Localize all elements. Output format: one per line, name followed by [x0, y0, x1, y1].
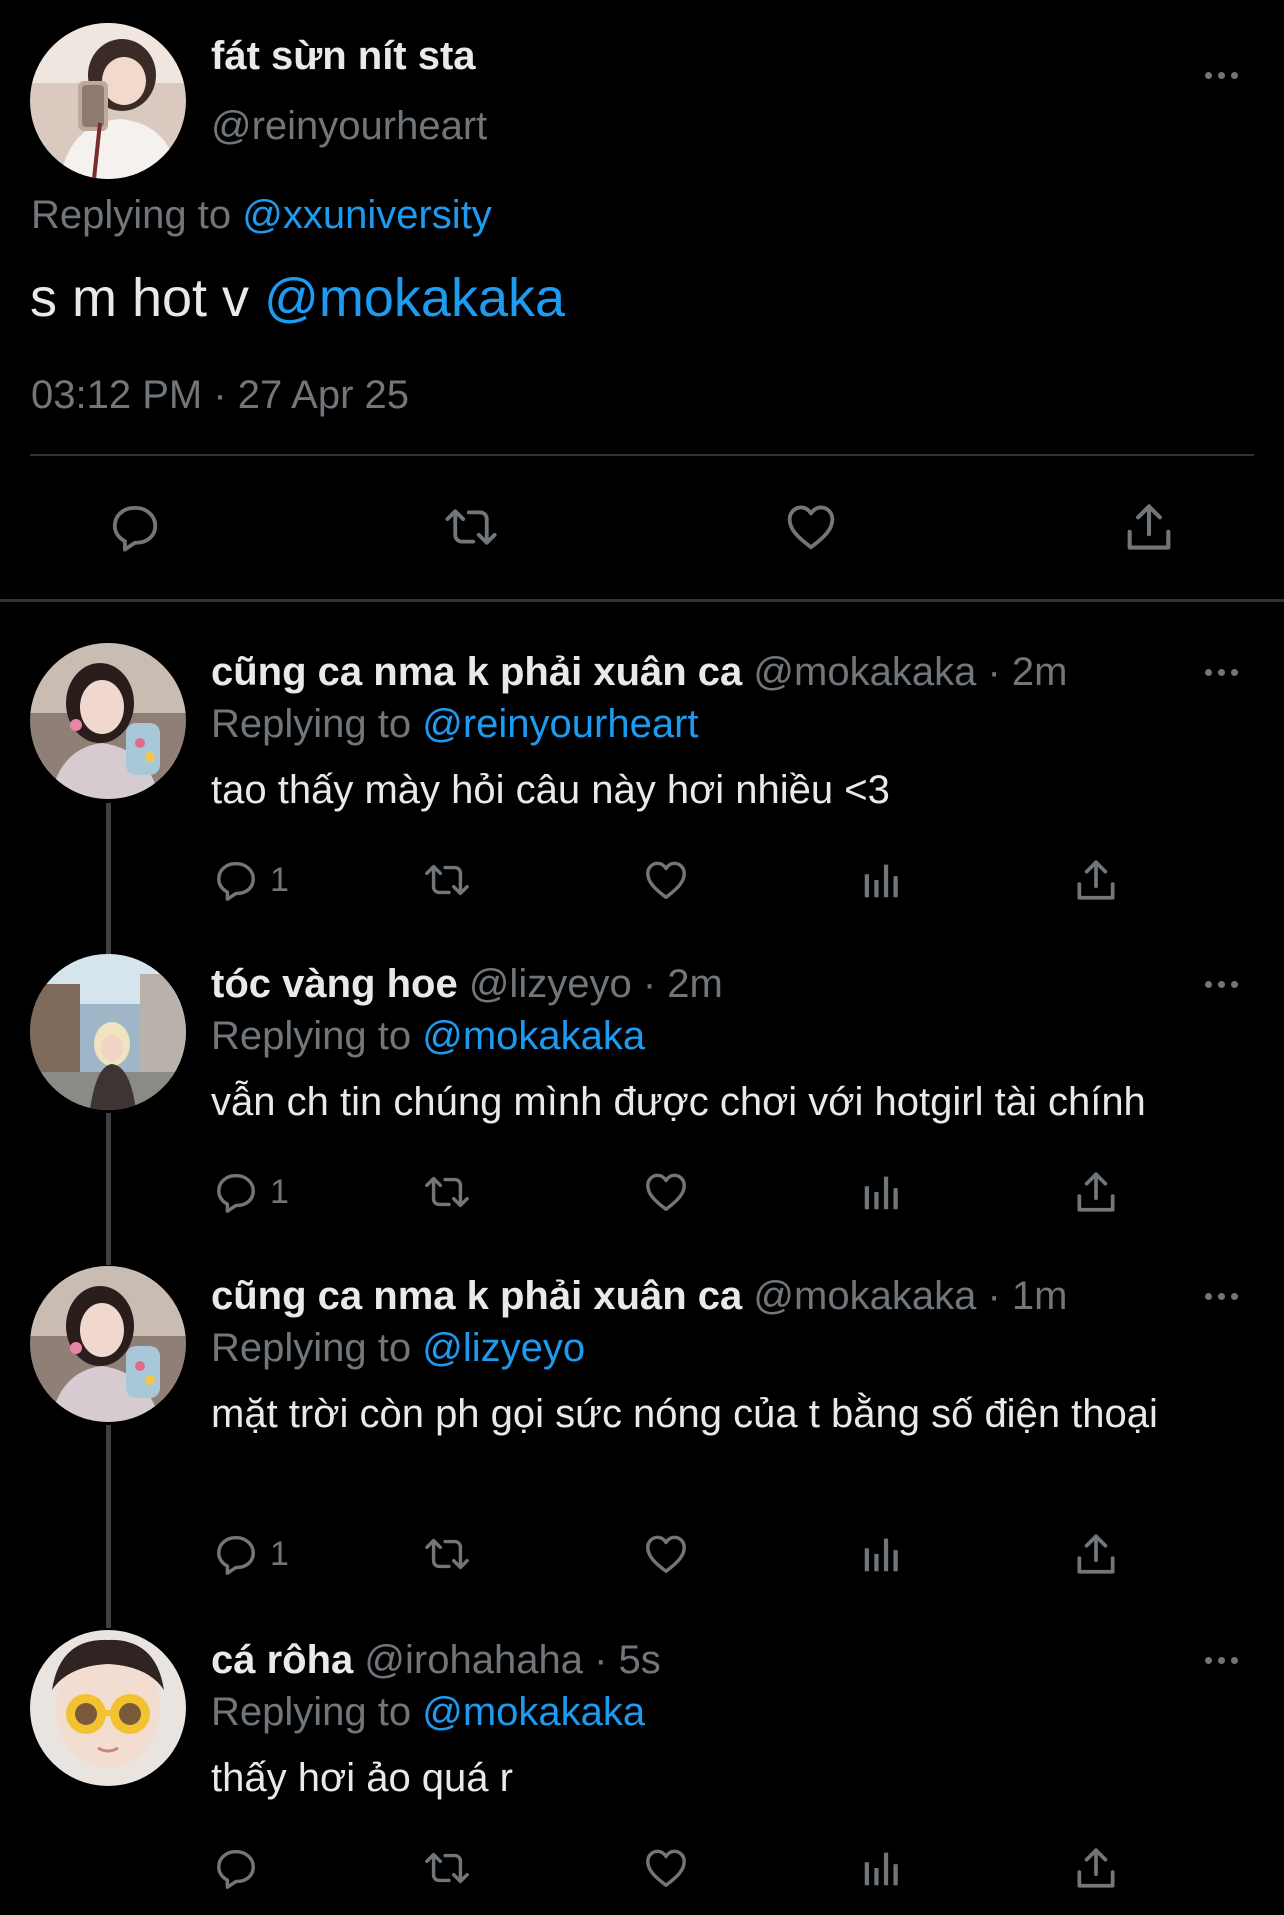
reply-text: vẫn ch tin chúng mình được chơi với hotg…	[211, 1080, 1146, 1124]
reply-text: thấy hơi ảo quá r	[211, 1756, 513, 1800]
share-icon[interactable]	[1071, 1526, 1121, 1582]
more-options-icon[interactable]	[1196, 657, 1246, 687]
replying-to-label: Replying to	[211, 1326, 412, 1370]
reply-time: · 5s	[594, 1638, 661, 1682]
reply-count: 1	[270, 860, 289, 899]
replying-to-line: Replying to @mokakaka	[211, 1690, 645, 1735]
reply-icon[interactable]	[105, 497, 165, 557]
replying-to-mention[interactable]: @xxuniversity	[242, 193, 492, 237]
more-options-icon[interactable]	[1196, 1645, 1246, 1675]
reply-button[interactable]: 1	[212, 1526, 289, 1582]
reply-action-bar	[0, 1840, 1284, 1896]
retweet-icon[interactable]	[441, 497, 501, 557]
display-name[interactable]: tóc vàng hoe	[211, 962, 458, 1006]
reply-icon[interactable]	[212, 1169, 260, 1215]
retweet-icon[interactable]	[419, 1164, 475, 1220]
reply-action-bar: 1	[0, 1164, 1284, 1220]
replying-to-label: Replying to	[211, 702, 412, 746]
like-icon[interactable]	[641, 1164, 691, 1220]
display-name[interactable]: cũng ca nma k phải xuân ca	[211, 1274, 742, 1318]
tweet-body: s m hot v	[30, 268, 250, 328]
analytics-icon[interactable]	[859, 1164, 905, 1220]
replying-to-mention[interactable]: @mokakaka	[422, 1014, 645, 1058]
replying-to-label: Replying to	[31, 193, 232, 237]
divider	[30, 454, 1254, 456]
reply-header: tóc vàng hoe @lizyeyo · 2m	[211, 962, 723, 1007]
reply-button[interactable]: 1	[212, 852, 289, 908]
display-name[interactable]: cá rôha	[211, 1638, 353, 1682]
reply-action-bar: 1	[0, 852, 1284, 908]
reply-text: tao thấy mày hỏi câu này hơi nhiều <3	[211, 768, 890, 812]
tweet-mention[interactable]: @mokakaka	[264, 268, 565, 328]
replying-to-mention[interactable]: @mokakaka	[422, 1690, 645, 1734]
user-handle[interactable]: @mokakaka	[753, 650, 976, 694]
retweet-icon[interactable]	[419, 1526, 475, 1582]
analytics-icon[interactable]	[859, 852, 905, 908]
avatar[interactable]	[30, 1266, 186, 1422]
share-icon[interactable]	[1071, 852, 1121, 908]
replying-to-label: Replying to	[211, 1690, 412, 1734]
like-icon[interactable]	[781, 497, 841, 557]
like-icon[interactable]	[641, 852, 691, 908]
share-icon[interactable]	[1071, 1164, 1121, 1220]
avatar[interactable]	[30, 954, 186, 1110]
reply-header: cũng ca nma k phải xuân ca @mokakaka · 2…	[211, 650, 1067, 695]
like-icon[interactable]	[641, 1526, 691, 1582]
avatar[interactable]	[30, 23, 186, 179]
reply-icon[interactable]	[212, 1531, 260, 1577]
retweet-icon[interactable]	[419, 1840, 475, 1896]
display-name[interactable]: fát sừn nít sta	[211, 34, 476, 79]
reply-text: mặt trời còn ph gọi sức nóng của t bằng …	[211, 1392, 1158, 1436]
reply-tweet[interactable]: tóc vàng hoe @lizyeyo · 2m Replying to @…	[0, 952, 1284, 1227]
reply-button[interactable]	[212, 1840, 270, 1896]
analytics-icon[interactable]	[859, 1526, 905, 1582]
divider	[0, 599, 1284, 602]
main-tweet: fát sừn nít sta @reinyourheart Replying …	[0, 0, 1284, 600]
analytics-icon[interactable]	[859, 1840, 905, 1896]
avatar[interactable]	[30, 1630, 186, 1786]
reply-icon[interactable]	[212, 1845, 260, 1891]
share-icon[interactable]	[1119, 497, 1179, 557]
user-handle[interactable]: @reinyourheart	[211, 104, 487, 149]
reply-header: cũng ca nma k phải xuân ca @mokakaka · 1…	[211, 1274, 1067, 1319]
replying-to-mention[interactable]: @reinyourheart	[422, 702, 698, 746]
reply-time: · 2m	[987, 650, 1068, 694]
reply-action-bar: 1	[0, 1526, 1284, 1582]
reply-count: 1	[270, 1172, 289, 1211]
reply-count: 1	[270, 1534, 289, 1573]
more-options-icon[interactable]	[1196, 1281, 1246, 1311]
reply-button[interactable]: 1	[212, 1164, 289, 1220]
replying-to-line: Replying to @reinyourheart	[211, 702, 699, 747]
avatar[interactable]	[30, 643, 186, 799]
more-options-icon[interactable]	[1196, 60, 1246, 90]
replying-to-mention[interactable]: @lizyeyo	[422, 1326, 585, 1370]
reply-tweet[interactable]: cũng ca nma k phải xuân ca @mokakaka · 1…	[0, 1264, 1284, 1584]
display-name[interactable]: cũng ca nma k phải xuân ca	[211, 650, 742, 694]
user-handle[interactable]: @lizyeyo	[469, 962, 632, 1006]
replying-to-label: Replying to	[211, 1014, 412, 1058]
tweet-thread-page: fát sừn nít sta @reinyourheart Replying …	[0, 0, 1284, 1915]
more-options-icon[interactable]	[1196, 969, 1246, 999]
tweet-text: s m hot v @mokakaka	[30, 267, 565, 329]
reply-tweet[interactable]: cá rôha @irohahaha · 5s Replying to @mok…	[0, 1628, 1284, 1908]
replying-to-line: Replying to @lizyeyo	[211, 1326, 585, 1371]
share-icon[interactable]	[1071, 1840, 1121, 1896]
tweet-timestamp: 03:12 PM · 27 Apr 25	[31, 373, 410, 417]
reply-time: · 2m	[642, 962, 723, 1006]
like-icon[interactable]	[641, 1840, 691, 1896]
user-handle[interactable]: @irohahaha	[364, 1638, 583, 1682]
reply-header: cá rôha @irohahaha · 5s	[211, 1638, 661, 1683]
reply-time: · 1m	[987, 1274, 1068, 1318]
replying-to-line: Replying to @mokakaka	[211, 1014, 645, 1059]
reply-tweet[interactable]: cũng ca nma k phải xuân ca @mokakaka · 2…	[0, 640, 1284, 915]
reply-icon[interactable]	[212, 857, 260, 903]
retweet-icon[interactable]	[419, 852, 475, 908]
user-handle[interactable]: @mokakaka	[753, 1274, 976, 1318]
replying-to-line: Replying to @xxuniversity	[31, 193, 492, 238]
